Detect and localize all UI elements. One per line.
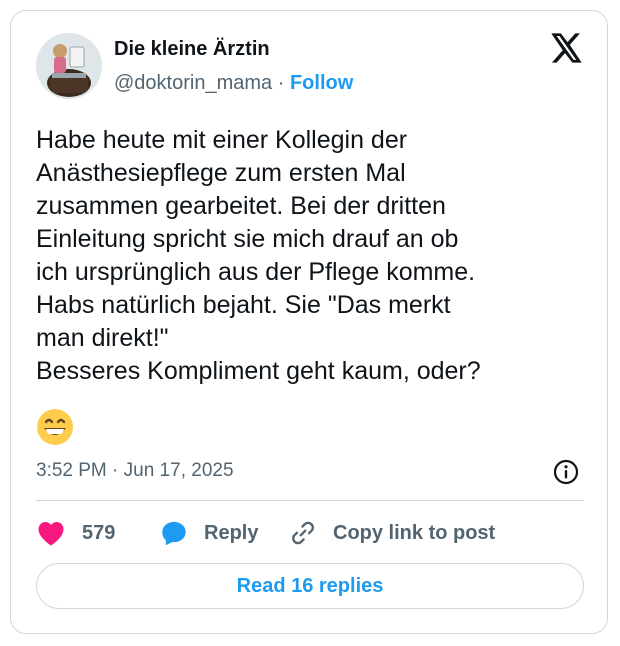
separator-dot: · bbox=[277, 72, 285, 94]
reply-label: Reply bbox=[204, 522, 259, 544]
avatar[interactable] bbox=[36, 33, 102, 99]
post-timestamp[interactable]: 3:52 PM · Jun 17, 2025 bbox=[36, 459, 234, 483]
author-name[interactable]: Die kleine Ärztin bbox=[114, 36, 270, 62]
post-text: Habe heute mit einer Kollegin der Anästh… bbox=[36, 126, 481, 385]
x-logo-icon[interactable] bbox=[551, 33, 583, 63]
like-count: 579 bbox=[82, 522, 116, 544]
link-icon bbox=[289, 519, 317, 547]
author-handle-row: @doktorin_mama · Follow bbox=[114, 70, 353, 96]
copy-link-label: Copy link to post bbox=[333, 522, 496, 544]
like-button[interactable]: 579 bbox=[36, 519, 115, 547]
author-handle[interactable]: @doktorin_mama bbox=[114, 72, 272, 94]
heart-icon bbox=[36, 519, 66, 547]
reply-bubble-icon bbox=[160, 519, 188, 547]
follow-button[interactable]: Follow bbox=[290, 72, 353, 94]
info-icon[interactable] bbox=[552, 458, 580, 486]
reply-button[interactable]: Reply bbox=[160, 519, 258, 547]
copy-link-button[interactable]: Copy link to post bbox=[289, 519, 495, 547]
divider bbox=[36, 500, 584, 501]
read-replies-button[interactable]: Read 16 replies bbox=[36, 563, 584, 609]
grinning-face-emoji bbox=[36, 408, 74, 446]
